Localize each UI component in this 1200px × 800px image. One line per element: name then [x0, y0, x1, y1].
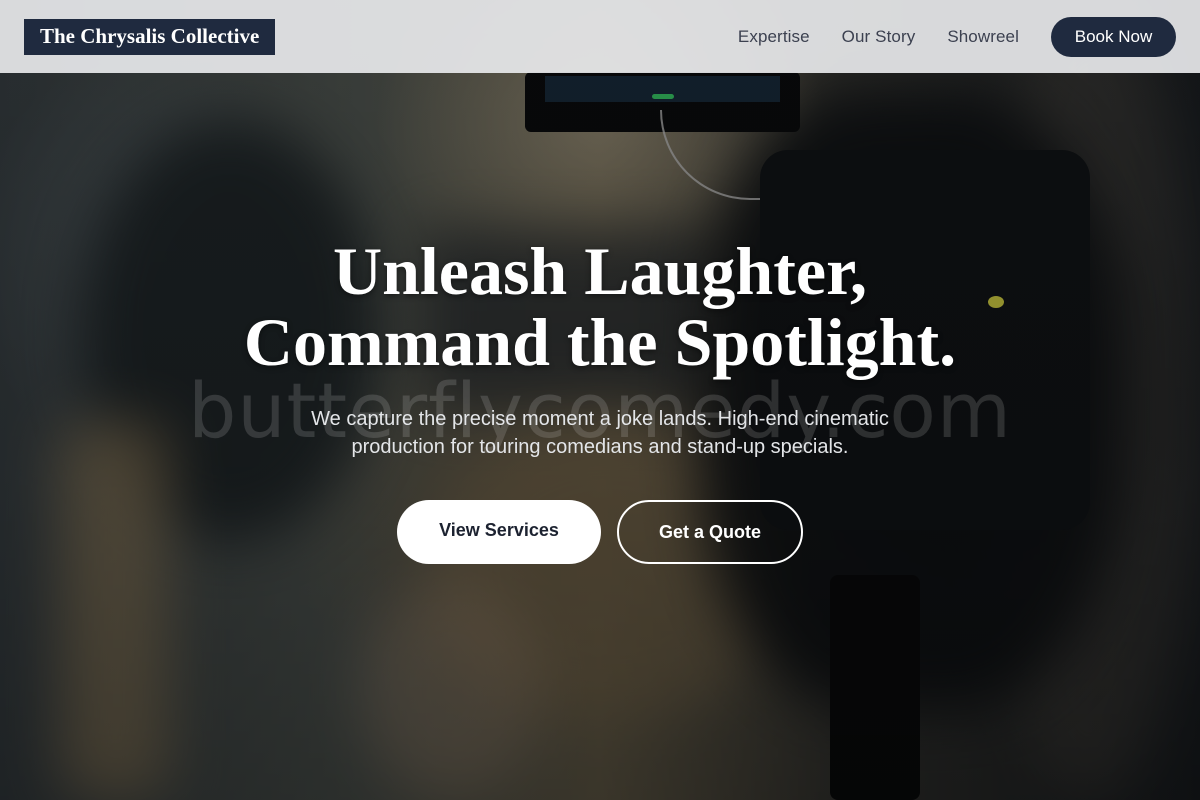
- nav-link-expertise[interactable]: Expertise: [738, 27, 810, 47]
- nav-link-showreel[interactable]: Showreel: [947, 27, 1019, 47]
- get-a-quote-button[interactable]: Get a Quote: [617, 500, 803, 564]
- book-now-button[interactable]: Book Now: [1051, 16, 1176, 57]
- main-nav: Expertise Our Story Showreel Book Now: [738, 16, 1176, 57]
- hero-headline: Unleash Laughter, Command the Spotlight.: [0, 236, 1200, 378]
- hero-headline-line-1: Unleash Laughter,: [332, 233, 868, 309]
- hero-subheading-line-2: production for touring comedians and sta…: [351, 436, 849, 458]
- hero-headline-line-2: Command the Spotlight.: [243, 304, 957, 380]
- hero-subheading: We capture the precise moment a joke lan…: [280, 405, 920, 461]
- hero-subheading-line-1: We capture the precise moment a joke lan…: [311, 408, 889, 430]
- site-logo[interactable]: The Chrysalis Collective: [24, 18, 276, 55]
- site-header: The Chrysalis Collective Expertise Our S…: [0, 0, 1200, 73]
- nav-link-our-story[interactable]: Our Story: [842, 27, 916, 47]
- hero-cta-group: View Services Get a Quote: [397, 500, 803, 564]
- view-services-button[interactable]: View Services: [397, 500, 601, 564]
